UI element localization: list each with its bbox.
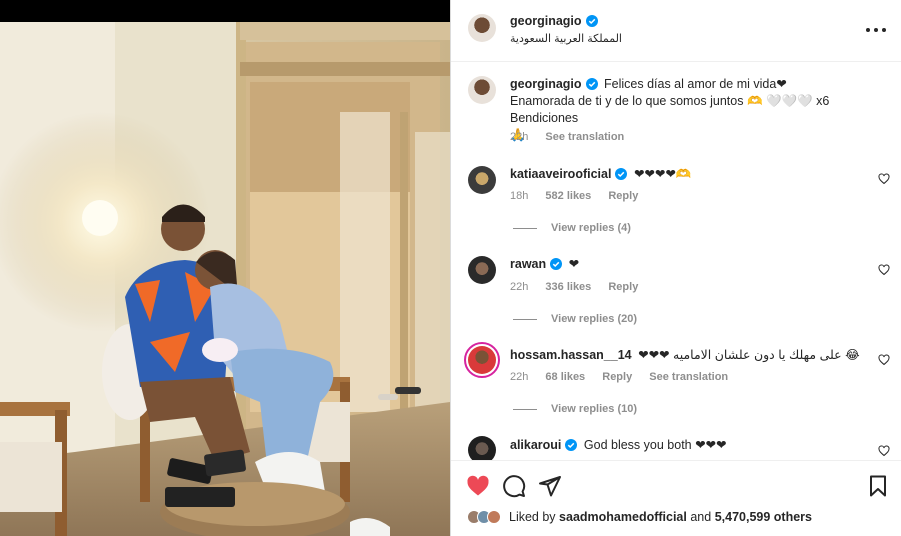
more-options-icon[interactable]	[866, 20, 886, 40]
comment-username[interactable]: rawan	[510, 257, 546, 271]
view-replies-line	[513, 227, 537, 229]
view-replies-button[interactable]: View replies (20)	[513, 313, 637, 325]
liked-by-and: and	[690, 510, 712, 524]
post-location[interactable]: المملكة العربية السعودية	[510, 32, 622, 45]
author-username[interactable]: georginagio	[510, 14, 582, 28]
comment-reply[interactable]: Reply	[608, 190, 638, 202]
view-replies-line	[513, 318, 537, 320]
comments-list: georginagio Felices días al amor de mi v…	[451, 62, 901, 460]
liker-avatar[interactable]	[487, 510, 501, 524]
liked-by-user[interactable]: saadmohamedofficial	[559, 510, 687, 524]
top-black-bar	[0, 0, 450, 22]
heart-icon[interactable]	[466, 474, 490, 498]
comment: hossam.hassan__14 ❤❤❤ على مهلك يا دون عل…	[510, 347, 880, 364]
view-replies-label: View replies (20)	[551, 313, 638, 325]
view-replies-button[interactable]: View replies (10)	[513, 403, 637, 415]
comment-time[interactable]: 22h	[510, 371, 528, 383]
liked-by-summary: Liked by saadmohamedofficial and 5,470,5…	[467, 510, 812, 524]
view-replies-label: View replies (10)	[551, 403, 638, 415]
post-header: georginagio المملكة العربية السعودية	[451, 0, 901, 62]
comment-meta: 22h 336 likes Reply	[510, 281, 652, 293]
comment-reply[interactable]: Reply	[602, 371, 632, 383]
comment-username[interactable]: alikaroui	[510, 438, 561, 452]
view-replies-button[interactable]: View replies (4)	[513, 222, 631, 234]
post-side-panel: georginagio المملكة العربية السعودية geo…	[450, 0, 901, 536]
verified-badge-icon	[550, 258, 563, 270]
view-replies-line	[513, 408, 537, 410]
comment-text: God bless you both ❤❤❤	[583, 438, 727, 452]
liked-by-others[interactable]: 5,470,599 others	[715, 510, 812, 524]
caption-text-line1: Felices días al amor de mi vida❤	[604, 77, 787, 91]
comment-see-translation[interactable]: See translation	[649, 371, 728, 383]
comment-text: ❤❤❤❤🫶	[633, 167, 692, 181]
caption-time[interactable]: 22h	[510, 131, 528, 143]
view-replies-label: View replies (4)	[551, 222, 631, 234]
comment-likes[interactable]: 336 likes	[545, 281, 591, 293]
caption-text-line2: Enamorada de ti y de lo que somos juntos…	[510, 94, 830, 125]
comment-avatar[interactable]	[468, 256, 496, 284]
comment-meta: 22h 68 likes Reply See translation	[510, 371, 742, 383]
caption-username[interactable]: georginagio	[510, 77, 582, 91]
comment-avatar[interactable]	[468, 436, 496, 460]
comment-likes[interactable]: 68 likes	[545, 371, 585, 383]
verified-badge-icon	[565, 439, 578, 451]
post-photo[interactable]	[0, 22, 450, 536]
comment-text: ❤	[568, 257, 580, 271]
post-actions-bar	[451, 460, 901, 536]
comment-like-heart-icon[interactable]	[878, 354, 890, 366]
comment-avatar-story-ring[interactable]	[464, 342, 500, 378]
share-icon[interactable]	[538, 474, 562, 498]
verified-badge-icon	[615, 168, 628, 180]
comment-like-heart-icon[interactable]	[878, 445, 890, 457]
comment-likes[interactable]: 582 likes	[545, 190, 591, 202]
comment-icon[interactable]	[502, 474, 526, 498]
verified-badge-icon	[585, 15, 598, 27]
instagram-post-viewer: georginagio المملكة العربية السعودية geo…	[0, 0, 901, 536]
bookmark-icon[interactable]	[866, 474, 890, 498]
comment-reply[interactable]: Reply	[608, 281, 638, 293]
caption-avatar[interactable]	[468, 76, 496, 104]
comment-username[interactable]: katiaaveirooficial	[510, 167, 611, 181]
comment-meta: 18h 582 likes Reply	[510, 190, 652, 202]
caption-see-translation[interactable]: See translation	[545, 131, 624, 143]
photo-illustration	[0, 22, 450, 536]
caption-meta: 22h See translation	[510, 131, 638, 143]
comment-avatar[interactable]	[468, 166, 496, 194]
comment-text: ❤❤❤ على مهلك يا دون علشان الاماميه 😂	[638, 348, 860, 362]
author-avatar[interactable]	[468, 14, 496, 42]
comment: katiaaveirooficial ❤❤❤❤🫶	[510, 166, 880, 183]
comment: rawan ❤	[510, 256, 880, 273]
comment-username[interactable]: hossam.hassan__14	[510, 348, 632, 362]
comment-like-heart-icon[interactable]	[878, 264, 890, 276]
comment-time[interactable]: 18h	[510, 190, 528, 202]
comment: alikaroui God bless you both ❤❤❤	[510, 437, 880, 454]
comment-like-heart-icon[interactable]	[878, 173, 890, 185]
comment-time[interactable]: 22h	[510, 281, 528, 293]
verified-badge-icon	[585, 78, 598, 90]
liked-by-prefix: Liked by	[509, 510, 556, 524]
